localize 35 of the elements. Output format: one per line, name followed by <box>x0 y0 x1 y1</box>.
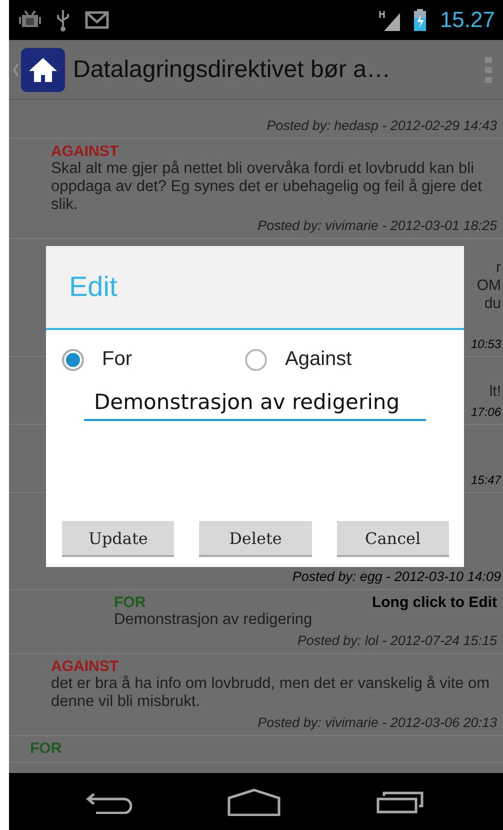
radio-option[interactable]: For <box>62 348 245 371</box>
post-byline: Posted by: vivimarie - 2012-03-01 18:25 <box>258 218 497 233</box>
usb-icon <box>55 8 71 32</box>
recent-apps-icon[interactable] <box>376 790 426 814</box>
post-byline: 15:47 <box>470 473 501 487</box>
dialog-title: Edit <box>46 246 464 330</box>
screen-title: Datalagringsdirektivet bør a… <box>73 56 392 84</box>
post-text: Skal alt me gjer på nettet bli overvåka fordi et lovbrudd kan bli oppdaga av det? Eg synes det er ubehagelig og feil å gjere det slik. <box>51 160 483 214</box>
post-text: Demonstrasjon av redigering <box>114 611 314 629</box>
home-icon[interactable] <box>21 48 65 92</box>
post-byline: Posted by: egg - 2012-03-10 14:09 <box>291 569 501 584</box>
post-byline: 10:53 <box>470 337 501 351</box>
signal-icon <box>378 9 400 31</box>
post-text-fragment: r <box>496 259 501 277</box>
post-text-fragment: lt! <box>489 383 501 401</box>
post-byline: Posted by: vivimarie - 2012-03-06 20:13 <box>258 715 497 730</box>
post-byline: Posted by: hedasp - 2012-02-29 14:43 <box>266 118 497 133</box>
dialog-button[interactable]: Cancel <box>336 521 449 557</box>
home-icon[interactable] <box>226 788 281 816</box>
post-byline: 17:06 <box>470 405 501 419</box>
stance-label: AGAINST <box>51 658 118 675</box>
post-text: det er bra å ha info om lovbrudd, men det er vanskelig å vite om denne vil bli misbrukt. <box>51 675 491 711</box>
clock-time: 15.27 <box>440 7 495 33</box>
stance-label: FOR <box>114 594 146 611</box>
post-text-fragment: du <box>484 295 501 313</box>
edit-hint: Long click to Edit <box>372 594 497 611</box>
dialog-button[interactable]: Update <box>62 521 174 557</box>
stance-label: AGAINST <box>51 143 118 160</box>
dialog-button[interactable]: Delete <box>199 521 312 557</box>
radio-option[interactable]: Against <box>245 348 428 371</box>
post-byline: Posted by: lol - 2012-07-24 15:15 <box>297 633 497 648</box>
stance-label: FOR <box>30 740 62 757</box>
battery-icon <box>414 9 426 31</box>
post-text-fragment: OM <box>476 277 501 295</box>
mail-icon <box>85 11 109 29</box>
